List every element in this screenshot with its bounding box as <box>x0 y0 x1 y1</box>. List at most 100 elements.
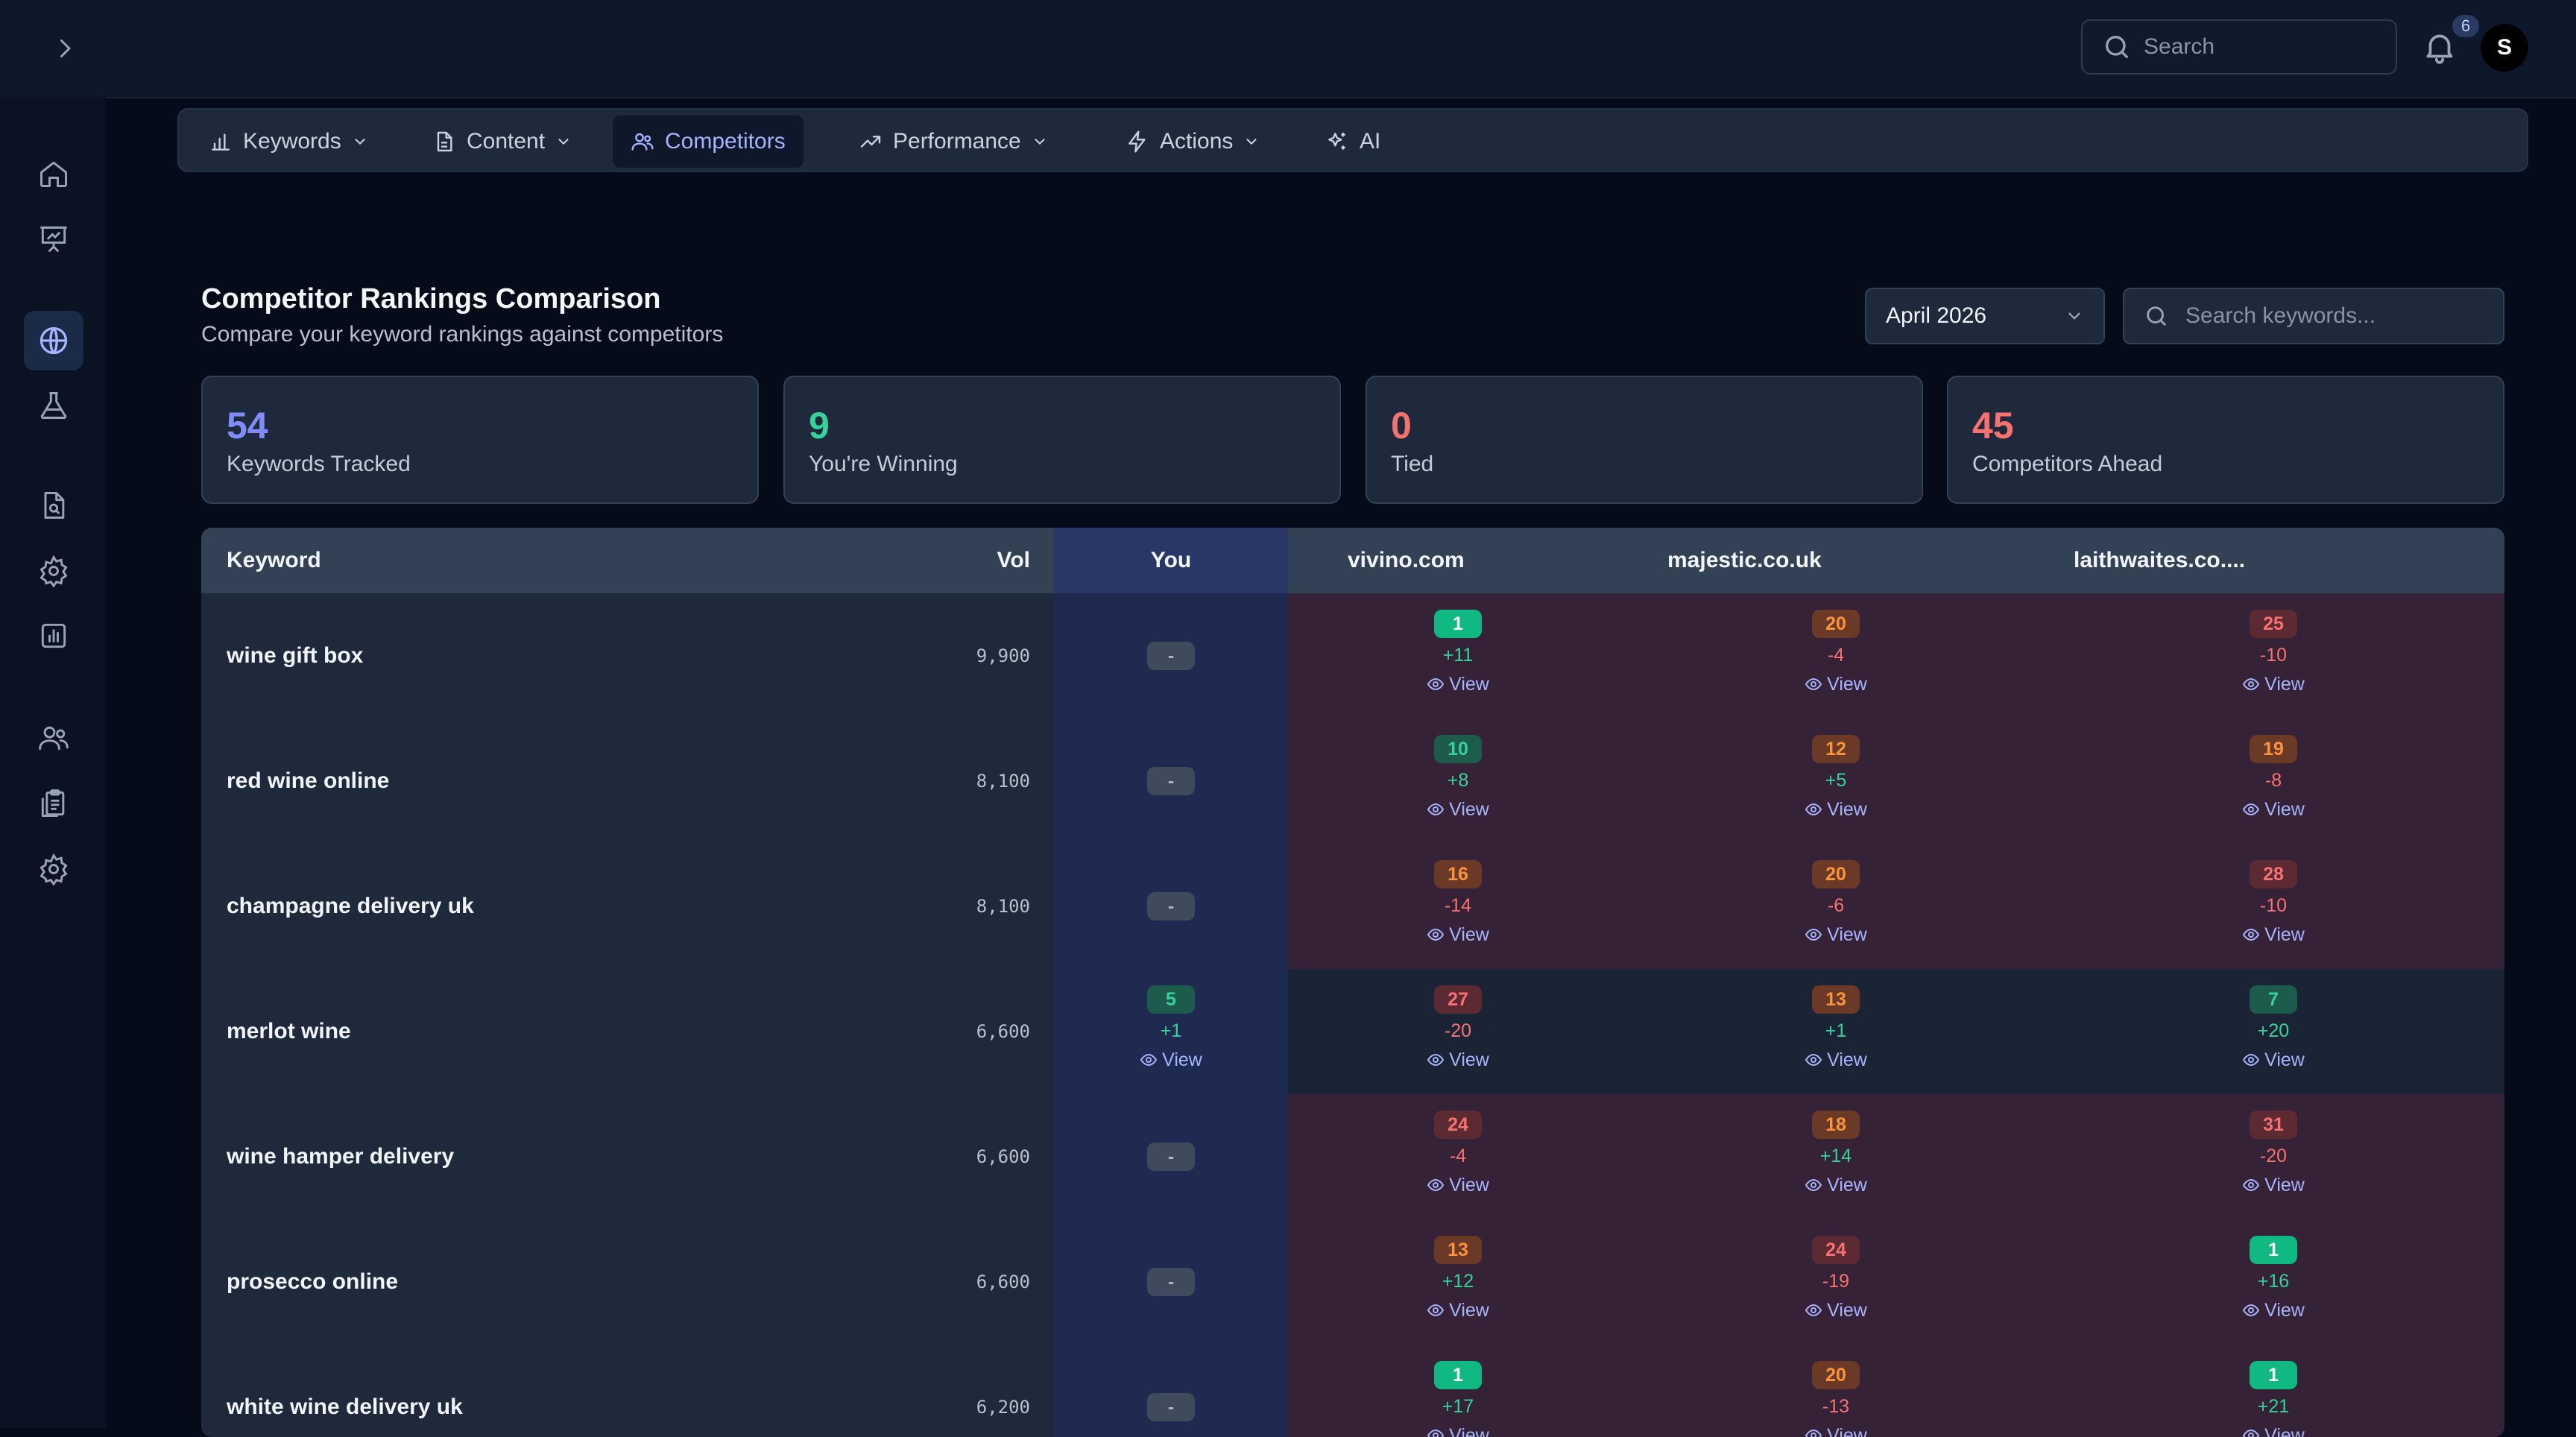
view-serp-link[interactable]: View <box>2242 920 2305 950</box>
view-serp-link[interactable]: View <box>1805 1045 1867 1075</box>
eye-icon <box>1427 1429 1445 1437</box>
view-serp-link[interactable]: View <box>1805 920 1867 950</box>
stat-card-tracked: 54 Keywords Tracked <box>201 376 759 504</box>
stat-label: Competitors Ahead <box>1972 452 2163 476</box>
view-serp-link[interactable]: View <box>1427 920 1489 950</box>
view-serp-link[interactable]: View <box>1140 1045 1202 1075</box>
column-header-competitor-1[interactable]: vivino.com <box>1348 528 1465 593</box>
rank-badge: 5 <box>1147 985 1195 1014</box>
keyword-search-input[interactable] <box>2184 303 2485 329</box>
gear-icon <box>40 555 68 587</box>
table-row[interactable]: prosecco online 6,600-13 +12 View 24 -19 View 1… <box>201 1219 2504 1345</box>
view-serp-link[interactable]: View <box>1427 1045 1489 1075</box>
month-select[interactable]: April 2026 <box>1865 288 2105 344</box>
view-serp-link[interactable]: View <box>1427 1170 1489 1200</box>
view-serp-link[interactable]: View <box>1805 795 1867 824</box>
sparkles-icon <box>1328 133 1345 150</box>
eye-icon <box>1427 1053 1445 1067</box>
table-row[interactable]: red wine online 8,100 - 10 +8 View 12 +5 View 19 -… <box>201 718 2504 844</box>
eye-icon <box>1805 1053 1822 1067</box>
sidebar-item-file-search[interactable] <box>24 476 83 535</box>
eye-icon <box>2242 1053 2260 1067</box>
global-search[interactable] <box>2081 19 2397 75</box>
user-avatar[interactable]: S <box>2481 24 2528 72</box>
table-row[interactable]: merlot wine 6,600 5 +1 View 27 -20 View 13 +1 View… <box>201 969 2504 1094</box>
volume-cell: 6,600 <box>976 1272 1030 1292</box>
view-serp-link[interactable]: View <box>1427 795 1489 824</box>
rank-change: +1 <box>1160 1020 1182 1041</box>
sidebar-item-users[interactable] <box>24 708 83 768</box>
global-search-input[interactable] <box>2142 34 2384 60</box>
view-serp-link[interactable]: View <box>2242 795 2305 824</box>
view-serp-link[interactable]: View <box>2242 1045 2305 1075</box>
view-serp-link[interactable]: View <box>2242 1421 2305 1437</box>
settings-icon <box>40 853 68 885</box>
eye-icon <box>2242 1178 2260 1192</box>
view-serp-link[interactable]: View <box>1805 1170 1867 1200</box>
sidebar-item-globe[interactable] <box>24 311 83 370</box>
table-row[interactable]: wine hamper delivery 6,600 - 24 -4 View 18 +14 V… <box>201 1094 2504 1219</box>
tab-content[interactable]: Content <box>414 116 590 168</box>
table-row[interactable]: champagne delivery uk 8,100 - 16 -14 View 20 -6… <box>201 844 2504 969</box>
tab-ai[interactable]: AI <box>1307 116 1398 168</box>
eye-icon <box>2242 1429 2260 1437</box>
view-label: View <box>2264 1049 2305 1070</box>
sidebar-item-presentation[interactable] <box>24 209 83 268</box>
sidebar-item-clipboard[interactable] <box>24 774 83 833</box>
view-serp-link[interactable]: View <box>1427 1421 1489 1437</box>
column-header-competitor-3[interactable]: laithwaites.co.... <box>2074 528 2245 593</box>
trending-up-icon <box>860 136 881 148</box>
eye-icon <box>1805 1304 1822 1317</box>
rank-cell: 1 +16 View <box>2199 1236 2348 1325</box>
tab-performance[interactable]: Performance <box>841 116 1066 168</box>
rank-badge: 13 <box>1812 985 1860 1014</box>
rank-change: -4 <box>1827 645 1845 666</box>
rank-badge: 24 <box>1434 1111 1482 1139</box>
sidebar-item-home[interactable] <box>24 144 83 203</box>
table-row[interactable]: white wine delivery uk 6,200 - 1 +17 View 20 -1… <box>201 1345 2504 1437</box>
expand-sidebar-button[interactable] <box>46 30 83 67</box>
view-label: View <box>1162 1049 1202 1070</box>
view-serp-link[interactable]: View <box>2242 1170 2305 1200</box>
view-serp-link[interactable]: View <box>1805 1295 1867 1325</box>
tab-competitors[interactable]: Competitors <box>613 116 804 168</box>
notification-count-badge: 6 <box>2452 15 2479 37</box>
sidebar-item-analytics[interactable] <box>24 606 83 666</box>
view-serp-link[interactable]: View <box>2242 669 2305 699</box>
sidebar-item-lab[interactable] <box>24 376 83 435</box>
sidebar-item-settings[interactable] <box>24 839 83 899</box>
month-select-value: April 2026 <box>1886 303 1987 328</box>
keyword-search[interactable] <box>2123 288 2504 344</box>
chevron-down-icon <box>558 139 569 145</box>
view-label: View <box>1827 799 1867 820</box>
view-label: View <box>2264 1300 2305 1321</box>
chevron-down-icon <box>355 139 365 145</box>
view-label: View <box>1449 1425 1489 1437</box>
view-serp-link[interactable]: View <box>1805 669 1867 699</box>
column-header-competitor-2[interactable]: majestic.co.uk <box>1667 528 1822 593</box>
view-serp-link[interactable]: View <box>1427 669 1489 699</box>
tab-keywords[interactable]: Keywords <box>191 116 386 168</box>
rank-change: +1 <box>1825 1020 1847 1041</box>
stat-card-ahead: 45 Competitors Ahead <box>1947 376 2504 504</box>
notifications-button[interactable] <box>2421 28 2458 66</box>
volume-cell: 8,100 <box>976 771 1030 792</box>
column-header-keyword[interactable]: Keyword <box>227 528 321 593</box>
rank-change: +21 <box>2257 1396 2290 1417</box>
left-sidebar <box>0 97 106 1428</box>
view-label: View <box>2264 1175 2305 1196</box>
tab-competitors-label: Competitors <box>665 129 786 154</box>
column-header-you[interactable]: You <box>1054 528 1288 593</box>
tab-actions[interactable]: Actions <box>1108 116 1278 168</box>
table-row[interactable]: wine gift box 9,900 - 1 +11 View 20 -4 View 25 -10… <box>201 593 2504 718</box>
view-serp-link[interactable]: View <box>2242 1295 2305 1325</box>
rankings-table: Keyword Vol You vivino.com majestic.co.u… <box>201 528 2504 1437</box>
view-serp-link[interactable]: View <box>1427 1295 1489 1325</box>
view-serp-link[interactable]: View <box>1805 1421 1867 1437</box>
column-header-vol[interactable]: Vol <box>997 528 1030 593</box>
eye-icon <box>2242 928 2260 941</box>
view-label: View <box>1827 1425 1867 1437</box>
sidebar-item-gear[interactable] <box>24 541 83 601</box>
stat-label: Keywords Tracked <box>227 452 411 476</box>
rank-badge: 12 <box>1812 735 1860 763</box>
